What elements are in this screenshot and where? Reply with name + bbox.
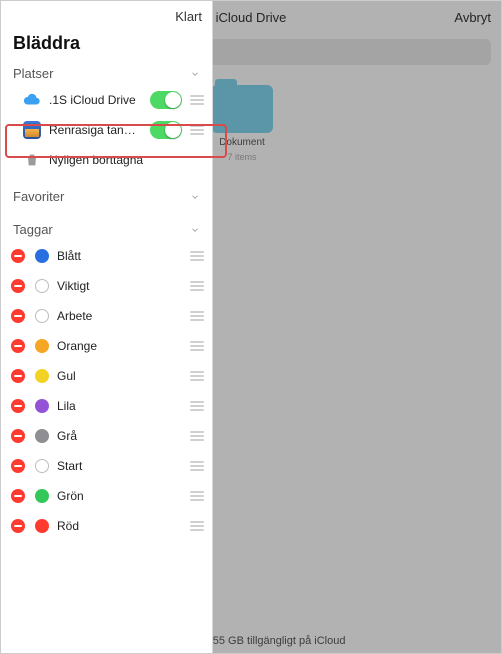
section-places: Platser .1S iCloud Drive Renrasiga tange…: [1, 62, 212, 175]
browse-panel: Klart Bläddra Platser .1S iCloud Drive R…: [1, 1, 213, 653]
tag-label: Lila: [57, 399, 182, 413]
drag-handle-icon[interactable]: [190, 341, 204, 351]
place-icloud-drive[interactable]: .1S iCloud Drive: [1, 85, 212, 115]
place-label: Nyligen borttagna: [49, 153, 204, 167]
tag-color-icon: [35, 369, 49, 383]
remove-icon[interactable]: [11, 429, 25, 443]
remove-icon[interactable]: [11, 489, 25, 503]
tag-color-icon: [35, 249, 49, 263]
section-tags: Taggar Blått Viktigt Arbete Orange Gul Lila Gr…: [1, 218, 212, 541]
place-label: Renrasiga tangenter: [49, 123, 142, 137]
tag-row[interactable]: Start: [1, 451, 212, 481]
tag-row[interactable]: Blått: [1, 241, 212, 271]
tag-label: Orange: [57, 339, 182, 353]
remove-icon[interactable]: [11, 369, 25, 383]
tag-color-icon: [35, 519, 49, 533]
tag-color-icon: [35, 489, 49, 503]
tag-row[interactable]: Gul: [1, 361, 212, 391]
drag-handle-icon[interactable]: [190, 431, 204, 441]
section-head-tags[interactable]: Taggar: [1, 218, 212, 241]
drag-handle-icon[interactable]: [190, 461, 204, 471]
remove-icon[interactable]: [11, 519, 25, 533]
remove-icon[interactable]: [11, 459, 25, 473]
tag-color-icon: [35, 429, 49, 443]
chevron-down-icon: [190, 69, 200, 79]
tag-label: Viktigt: [57, 279, 182, 293]
tag-row[interactable]: Lila: [1, 391, 212, 421]
trash-icon: [23, 151, 41, 169]
remove-icon[interactable]: [11, 249, 25, 263]
panel-title: Bläddra: [1, 31, 212, 62]
drag-handle-icon[interactable]: [190, 311, 204, 321]
toggle-switch[interactable]: [150, 91, 182, 109]
remove-icon[interactable]: [11, 339, 25, 353]
drag-handle-icon[interactable]: [190, 95, 204, 105]
drag-handle-icon[interactable]: [190, 521, 204, 531]
tag-color-icon: [35, 399, 49, 413]
remove-icon[interactable]: [11, 399, 25, 413]
drag-handle-icon[interactable]: [190, 281, 204, 291]
place-renrasiga-tangenter[interactable]: Renrasiga tangenter: [1, 115, 212, 145]
tag-label: Grön: [57, 489, 182, 503]
chevron-down-icon: [190, 192, 200, 202]
tag-color-icon: [35, 459, 49, 473]
tag-row[interactable]: Grön: [1, 481, 212, 511]
tag-label: Röd: [57, 519, 182, 533]
tag-row[interactable]: Röd: [1, 511, 212, 541]
drag-handle-icon[interactable]: [190, 251, 204, 261]
remove-icon[interactable]: [11, 279, 25, 293]
app-root: iCloud Drive Avbryt Sök Konfigurerare 3 …: [0, 0, 502, 654]
section-favorites: Favoriter: [1, 185, 212, 208]
tag-row[interactable]: Arbete: [1, 301, 212, 331]
place-label: .1S iCloud Drive: [49, 93, 142, 107]
drag-handle-icon[interactable]: [190, 125, 204, 135]
done-button[interactable]: Klart: [175, 9, 202, 24]
toggle-switch[interactable]: [150, 121, 182, 139]
section-head-favorites[interactable]: Favoriter: [1, 185, 212, 208]
place-recently-deleted[interactable]: Nyligen borttagna: [1, 145, 212, 175]
tag-label: Arbete: [57, 309, 182, 323]
drag-handle-icon[interactable]: [190, 371, 204, 381]
tag-label: Gul: [57, 369, 182, 383]
section-head-places[interactable]: Platser: [1, 62, 212, 85]
remove-icon[interactable]: [11, 309, 25, 323]
panel-header: Klart: [1, 1, 212, 31]
tag-row[interactable]: Viktigt: [1, 271, 212, 301]
section-label: Platser: [13, 66, 53, 81]
tag-color-icon: [35, 279, 49, 293]
cloud-icon: [23, 91, 41, 109]
tag-row[interactable]: Grå: [1, 421, 212, 451]
app-icon: [23, 121, 41, 139]
tag-label: Start: [57, 459, 182, 473]
chevron-down-icon: [190, 225, 200, 235]
tag-label: Blått: [57, 249, 182, 263]
drag-handle-icon[interactable]: [190, 401, 204, 411]
drag-handle-icon[interactable]: [190, 491, 204, 501]
tag-label: Grå: [57, 429, 182, 443]
tag-color-icon: [35, 309, 49, 323]
tag-color-icon: [35, 339, 49, 353]
tag-row[interactable]: Orange: [1, 331, 212, 361]
section-label: Taggar: [13, 222, 53, 237]
section-label: Favoriter: [13, 189, 64, 204]
